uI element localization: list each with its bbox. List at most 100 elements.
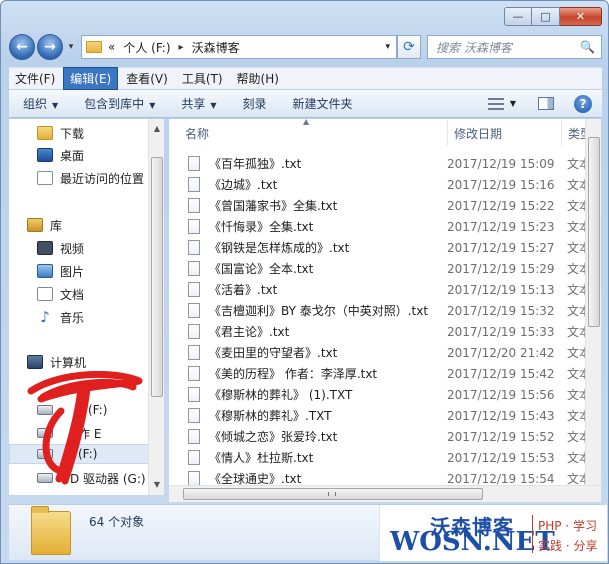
file-row[interactable]: 《穆斯林的葬礼》.TXT 2017/12/19 15:43 文本 xyxy=(169,405,601,426)
file-row[interactable]: 《国富论》全本.txt 2017/12/19 15:29 文本 xyxy=(169,258,601,279)
refresh-button[interactable]: ⟳ xyxy=(397,35,421,59)
new-folder-label: 新建文件夹 xyxy=(292,97,353,111)
new-folder-button[interactable]: 新建文件夹 xyxy=(293,95,353,112)
menu-view[interactable]: 查看(V) xyxy=(120,68,174,89)
file-row[interactable]: 《情人》杜拉斯.txt 2017/12/19 15:53 文本 xyxy=(169,447,601,468)
file-modified: 2017/12/19 15:42 xyxy=(447,366,555,381)
menu-file[interactable]: 文件(F) xyxy=(9,68,61,89)
nav-item-label: 作 E xyxy=(78,426,102,441)
file-row[interactable]: 《百年孤独》.txt 2017/12/19 15:09 文本 xyxy=(169,153,601,174)
search-input[interactable]: 搜索 沃森博客 🔍 xyxy=(427,35,602,59)
file-row[interactable]: 《穆斯林的葬礼》 (1).TXT 2017/12/19 15:56 文本 xyxy=(169,384,601,405)
file-row[interactable]: 《钢铁是怎样炼成的》.txt 2017/12/19 15:27 文本 xyxy=(169,237,601,258)
nav-item-documents[interactable]: 文档 xyxy=(37,284,84,304)
nav-item-videos[interactable]: 视频 xyxy=(37,238,84,258)
breadcrumb-separator-icon[interactable]: ▸ xyxy=(179,42,184,53)
breadcrumb-drive[interactable]: 个人 (F:) xyxy=(123,39,170,56)
address-bar[interactable]: « 个人 (F:) ▸ 沃森博客 ▾ xyxy=(81,35,397,59)
burn-button[interactable]: 刻录 xyxy=(243,95,267,112)
navigation-scrollbar[interactable]: ▲ ▼ xyxy=(148,119,164,495)
nav-item-pictures[interactable]: 图片 xyxy=(37,261,84,281)
nav-item-label: 最近访问的位置 xyxy=(60,171,145,186)
text-file-icon xyxy=(188,282,200,297)
file-modified: 2017/12/19 15:56 xyxy=(447,387,555,402)
scrollbar-thumb[interactable] xyxy=(183,488,483,500)
breadcrumb-folder[interactable]: 沃森博客 xyxy=(192,39,240,56)
file-row[interactable]: 《曾国藩家书》全集.txt 2017/12/19 15:22 文本 xyxy=(169,195,601,216)
column-name[interactable]: 名称 xyxy=(185,125,209,142)
file-row[interactable]: 《边城》.txt 2017/12/19 15:16 文本 xyxy=(169,174,601,195)
nav-item-label: 音乐 xyxy=(60,310,85,325)
nav-item-downloads[interactable]: 下载 xyxy=(37,123,84,143)
scroll-down-arrow-icon[interactable]: ▼ xyxy=(149,477,165,493)
cd-drive-icon xyxy=(37,473,53,483)
organize-button[interactable]: 组织 ▼ xyxy=(23,95,58,112)
back-button[interactable]: ← xyxy=(9,34,35,60)
text-file-icon xyxy=(188,408,200,423)
menu-tools[interactable]: 工具(T) xyxy=(176,68,229,89)
nav-item-libraries[interactable]: 库 xyxy=(27,215,62,235)
file-name: 《百年孤独》.txt xyxy=(209,157,302,171)
text-file-icon xyxy=(188,240,200,255)
address-dropdown-icon[interactable]: ▾ xyxy=(385,42,390,52)
preview-pane-icon[interactable] xyxy=(538,97,554,110)
file-row[interactable]: 《吉檀迦利》BY 泰戈尔（中英对照）.txt 2017/12/19 15:32 文本 xyxy=(169,300,601,321)
column-headers: ▲ 名称 修改日期 类型 xyxy=(169,119,601,147)
text-file-icon xyxy=(188,387,200,402)
text-file-icon xyxy=(188,471,200,486)
nav-item-music[interactable]: ♪ 音乐 xyxy=(37,307,84,327)
file-row[interactable]: 《君主论》.txt 2017/12/19 15:33 文本 xyxy=(169,321,601,342)
nav-item-drive-f[interactable]: (F:) xyxy=(9,444,149,464)
watermark-slogan-1: PHP · 学习 xyxy=(538,519,597,533)
text-file-icon xyxy=(188,219,200,234)
picture-icon xyxy=(37,264,53,278)
file-row[interactable]: 《忏悔录》全集.txt 2017/12/19 15:23 文本 xyxy=(169,216,601,237)
nav-item-desktop[interactable]: 桌面 xyxy=(37,145,84,165)
file-list-vertical-scrollbar[interactable] xyxy=(585,119,601,485)
nav-item-recent-places[interactable]: 最近访问的位置 xyxy=(37,168,144,188)
item-count: 64 个对象 xyxy=(89,515,145,529)
file-row[interactable]: 《美的历程》 作者：李泽厚.txt 2017/12/19 15:42 文本 xyxy=(169,363,601,384)
column-modified[interactable]: 修改日期 xyxy=(447,120,502,146)
help-icon[interactable]: ? xyxy=(574,94,592,113)
close-button[interactable]: ✕ xyxy=(560,7,602,26)
file-modified: 2017/12/19 15:23 xyxy=(447,219,555,234)
file-name: 《穆斯林的葬礼》 (1).TXT xyxy=(209,388,353,402)
file-modified: 2017/12/19 15:53 xyxy=(447,450,555,465)
scroll-up-arrow-icon[interactable]: ▲ xyxy=(149,121,165,137)
document-icon xyxy=(37,287,53,301)
view-options-icon[interactable] xyxy=(487,97,504,110)
nav-item-drive-c[interactable]: (F:) xyxy=(37,400,107,420)
nav-item-cd-drive[interactable]: D 驱动器 (G:) xyxy=(37,468,146,488)
forward-button[interactable]: → xyxy=(37,34,63,60)
share-button[interactable]: 共享 ▼ xyxy=(181,95,216,112)
file-name: 《活着》.txt xyxy=(209,283,278,297)
refresh-icon: ⟳ xyxy=(403,39,415,55)
recent-pages-dropdown[interactable]: ▾ xyxy=(65,42,77,52)
chevron-down-icon: ▼ xyxy=(210,101,217,110)
file-list-horizontal-scrollbar[interactable] xyxy=(169,485,601,502)
nav-item-drive-e[interactable]: 作 E xyxy=(37,423,101,443)
scrollbar-thumb[interactable] xyxy=(588,137,600,327)
file-row[interactable]: 《活着》.txt 2017/12/19 15:13 文本 xyxy=(169,279,601,300)
minimize-button[interactable]: — xyxy=(504,7,532,26)
search-icon[interactable]: 🔍 xyxy=(580,40,595,54)
breadcrumb-overflow[interactable]: « xyxy=(108,40,115,54)
include-in-library-button[interactable]: 包含到库中 ▼ xyxy=(84,95,155,112)
nav-item-computer[interactable]: 计算机 xyxy=(27,352,86,372)
watermark-slogan-2: 实践 · 分享 xyxy=(538,539,598,553)
video-icon xyxy=(37,241,53,255)
menu-help[interactable]: 帮助(H) xyxy=(231,68,285,89)
file-modified: 2017/12/19 15:33 xyxy=(447,324,555,339)
computer-icon xyxy=(27,355,43,369)
text-file-icon xyxy=(188,177,200,192)
file-row[interactable]: 《倾城之恋》张爱玲.txt 2017/12/19 15:52 文本 xyxy=(169,426,601,447)
command-bar: 组织 ▼ 包含到库中 ▼ 共享 ▼ 刻录 新建文件夹 ▼ ? xyxy=(9,90,602,118)
file-row[interactable]: 《麦田里的守望者》.txt 2017/12/20 21:42 文本 xyxy=(169,342,601,363)
recent-places-icon xyxy=(37,171,53,185)
menu-edit[interactable]: 编辑(E) xyxy=(63,67,119,90)
view-options-dropdown-icon[interactable]: ▼ xyxy=(510,99,516,108)
maximize-button[interactable]: □ xyxy=(532,7,560,26)
scrollbar-thumb[interactable] xyxy=(151,157,163,397)
nav-item-label: (F:) xyxy=(88,403,108,417)
